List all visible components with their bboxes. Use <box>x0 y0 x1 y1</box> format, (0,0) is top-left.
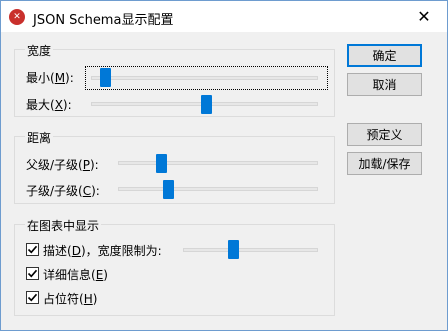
predefined-button[interactable]: 预定义 <box>347 123 422 146</box>
close-icon[interactable]: ✕ <box>401 1 447 32</box>
checkmark-icon <box>27 293 38 302</box>
app-icon: ✕ <box>9 9 25 25</box>
min-width-label: 最小(M): <box>26 71 74 85</box>
description-checkbox[interactable] <box>26 243 39 256</box>
cancel-button[interactable]: 取消 <box>347 73 422 96</box>
parent-child-slider-track[interactable] <box>118 161 318 165</box>
width-group-title: 宽度 <box>25 42 54 59</box>
window-title: JSON Schema显示配置 <box>33 13 174 28</box>
checkmark-icon <box>27 269 38 278</box>
min-width-slider-thumb[interactable] <box>99 68 111 87</box>
title-bar: ✕ JSON Schema显示配置 ✕ <box>1 1 447 32</box>
description-width-slider-track[interactable] <box>183 248 318 252</box>
placeholder-checkbox[interactable] <box>26 291 39 304</box>
max-width-slider-thumb[interactable] <box>201 95 213 114</box>
min-width-slider-track[interactable] <box>91 76 318 80</box>
details-label: 详细信息(E) <box>43 268 108 282</box>
child-child-slider-track[interactable] <box>118 187 318 191</box>
max-width-label: 最大(X): <box>26 98 72 112</box>
dialog-window: ✕ JSON Schema显示配置 ✕ 宽度 最小(M): 最大(X): 距离 … <box>0 0 448 331</box>
parent-child-slider-thumb[interactable] <box>155 154 167 173</box>
child-child-label: 子级/子级(C): <box>26 184 100 198</box>
checkmark-icon <box>27 245 38 254</box>
parent-child-label: 父级/子级(P): <box>26 158 99 172</box>
distance-group-title: 距离 <box>25 129 54 146</box>
description-label: 描述(D)，宽度限制为: <box>43 244 162 258</box>
details-checkbox[interactable] <box>26 267 39 280</box>
load-save-button[interactable]: 加载/保存 <box>347 152 422 175</box>
child-child-slider-thumb[interactable] <box>163 180 175 199</box>
description-width-slider-thumb[interactable] <box>227 240 239 259</box>
display-group-title: 在图表中显示 <box>25 217 102 234</box>
ok-button[interactable]: 确定 <box>347 44 422 67</box>
placeholder-label: 占位符(H) <box>43 292 98 306</box>
